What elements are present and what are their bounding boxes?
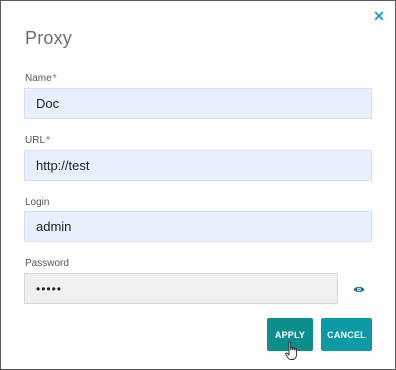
login-label: Login <box>25 197 50 208</box>
apply-button[interactable]: APPLY <box>267 318 313 351</box>
url-label: URL* <box>25 135 50 146</box>
name-input[interactable] <box>24 88 372 119</box>
name-label: Name* <box>25 73 57 84</box>
name-label-text: Name <box>25 73 52 84</box>
required-mark: * <box>46 135 50 146</box>
login-input[interactable] <box>24 211 372 242</box>
required-mark: * <box>52 73 57 84</box>
close-icon[interactable]: ✕ <box>372 9 386 23</box>
proxy-dialog: ✕ Proxy Name* URL* Login Password APPLY … <box>0 0 396 370</box>
password-label: Password <box>25 258 69 269</box>
dialog-title: Proxy <box>25 28 73 48</box>
password-input[interactable] <box>24 273 338 304</box>
url-input[interactable] <box>24 150 372 181</box>
eye-icon[interactable] <box>353 285 365 294</box>
cancel-button[interactable]: CANCEL <box>321 318 372 351</box>
url-label-text: URL <box>25 135 46 146</box>
